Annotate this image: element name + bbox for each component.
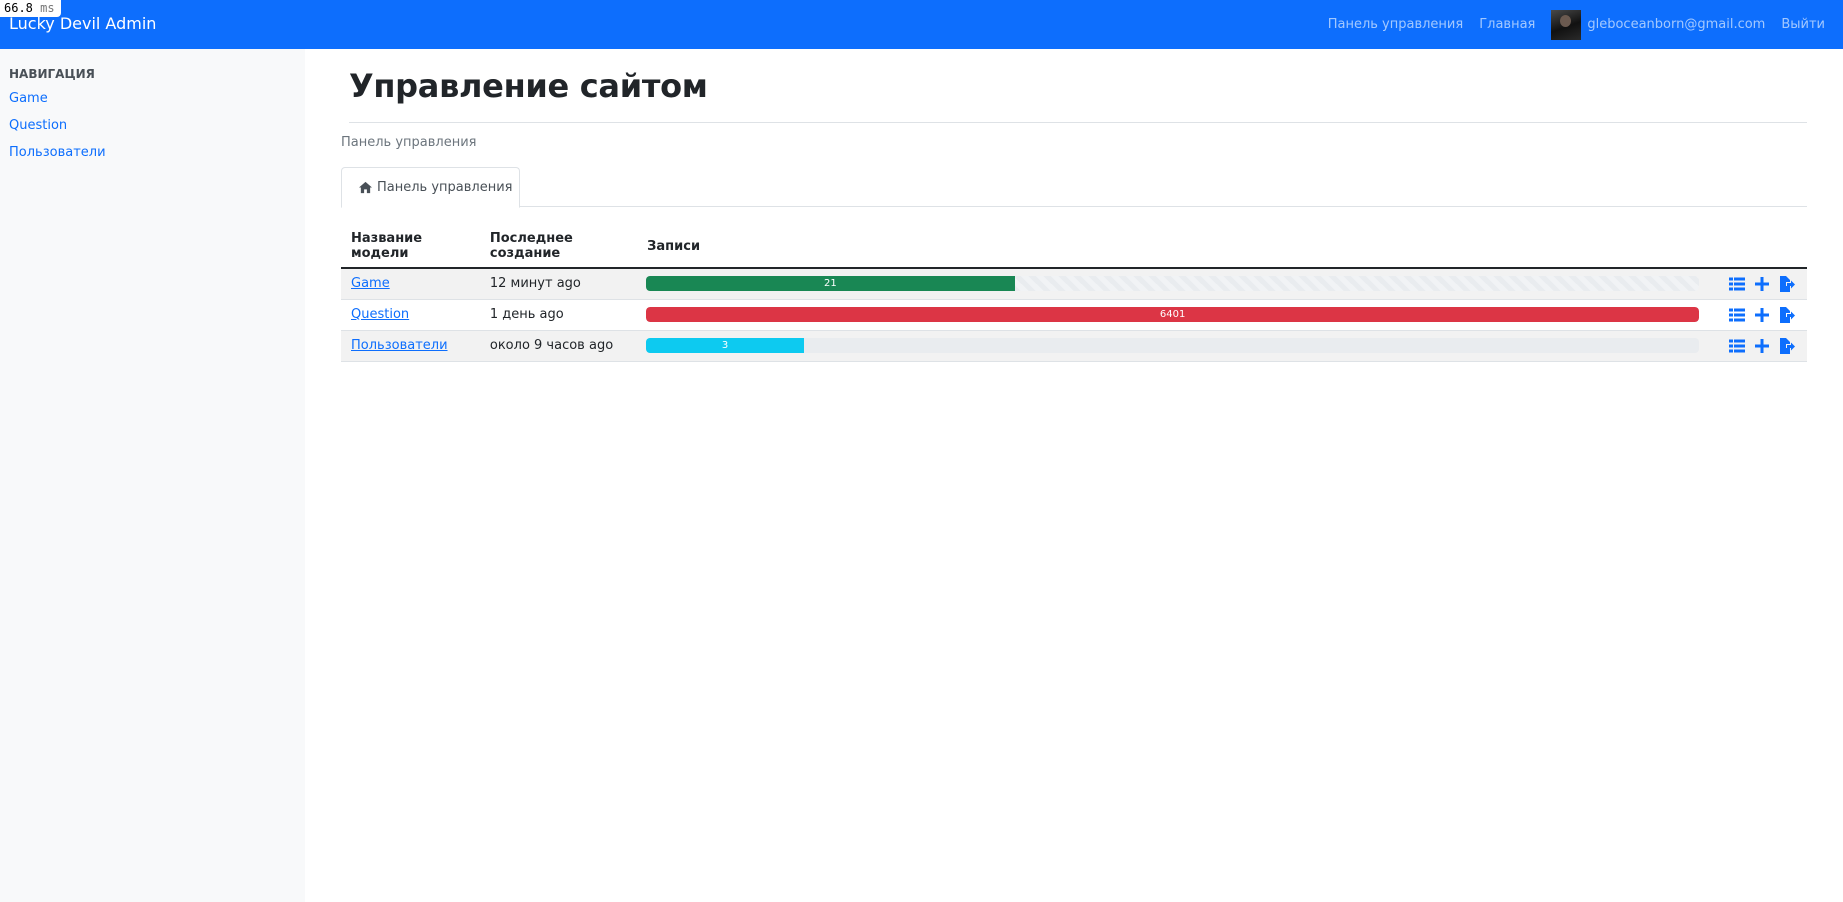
user-email: gleboceanborn@gmail.com <box>1587 17 1766 32</box>
plus-icon[interactable] <box>1754 307 1770 323</box>
list-icon[interactable] <box>1729 276 1745 292</box>
tab-label: Панель управления <box>377 180 513 195</box>
table-header-row: Название модели Последнее создание Запис… <box>341 223 1807 269</box>
cell-records: 3 <box>637 330 1708 362</box>
header-model-name: Название модели <box>341 223 480 269</box>
home-icon <box>359 181 372 194</box>
tab-dashboard[interactable]: Панель управления <box>341 167 520 208</box>
user-menu[interactable]: gleboceanborn@gmail.com <box>1551 9 1766 40</box>
table-row: Question 1 день ago 6401 <box>341 299 1807 331</box>
model-link[interactable]: Пользователи <box>351 338 448 353</box>
cell-actions <box>1707 330 1807 362</box>
timing-unit: ms <box>40 1 55 15</box>
records-progress-bar: 3 <box>646 338 805 353</box>
cell-actions <box>1707 299 1807 331</box>
plus-icon[interactable] <box>1754 338 1770 354</box>
list-icon[interactable] <box>1729 307 1745 323</box>
cell-last-created: 1 день ago <box>479 299 638 331</box>
cell-model-name: Question <box>341 299 480 331</box>
cell-records: 21 <box>637 268 1708 300</box>
models-table: Название модели Последнее создание Запис… <box>341 223 1807 362</box>
top-navbar: Lucky Devil Admin Панель управления Глав… <box>0 0 1843 49</box>
records-progress-bar: 6401 <box>646 307 1700 322</box>
logout-link[interactable]: Выйти <box>1781 17 1825 32</box>
cell-last-created: около 9 часов ago <box>479 330 638 362</box>
model-link[interactable]: Game <box>351 276 390 291</box>
file-export-icon[interactable] <box>1779 275 1795 292</box>
cell-model-name: Game <box>341 268 480 300</box>
nav-link-home[interactable]: Главная <box>1479 17 1535 32</box>
header-records: Записи <box>637 223 1708 269</box>
navbar-right: Панель управления Главная gleboceanborn@… <box>1312 9 1843 40</box>
sidebar-item-game[interactable]: Game <box>9 91 296 106</box>
tab-bar: Панель управления <box>341 167 1807 208</box>
cell-model-name: Пользователи <box>341 330 480 362</box>
cell-last-created: 12 минут ago <box>479 268 638 300</box>
main-content: Управление сайтом Панель управления Пане… <box>341 49 1807 362</box>
header-actions <box>1707 223 1807 269</box>
list-icon[interactable] <box>1729 338 1745 354</box>
sidebar-item-users[interactable]: Пользователи <box>9 145 296 160</box>
records-progress: 6401 <box>646 307 1700 322</box>
plus-icon[interactable] <box>1754 276 1770 292</box>
breadcrumb: Панель управления <box>341 135 477 150</box>
sidebar-heading: НАВИГАЦИЯ <box>9 67 95 81</box>
records-count: 3 <box>721 340 729 351</box>
file-export-icon[interactable] <box>1779 337 1795 354</box>
timing-value: 66.8 <box>4 1 33 15</box>
header-last-created: Последнее создание <box>479 223 638 269</box>
records-progress: 3 <box>646 338 1700 353</box>
file-export-icon[interactable] <box>1779 306 1795 323</box>
table-row: Пользователи около 9 часов ago 3 <box>341 330 1807 362</box>
title-divider <box>349 122 1807 123</box>
cell-actions <box>1707 268 1807 300</box>
avatar <box>1551 9 1582 40</box>
sidebar: НАВИГАЦИЯ Game Question Пользователи <box>0 49 305 902</box>
records-progress: 21 <box>646 276 1700 292</box>
cell-records: 6401 <box>637 299 1708 331</box>
sidebar-item-question[interactable]: Question <box>9 118 296 133</box>
records-progress-bar: 21 <box>646 276 1015 292</box>
records-count: 6401 <box>1159 309 1186 320</box>
page-title: Управление сайтом <box>349 67 708 105</box>
table-row: Game 12 минут ago 21 <box>341 268 1807 300</box>
model-link[interactable]: Question <box>351 307 409 322</box>
timing-badge: 66.8 ms <box>0 0 61 17</box>
records-count: 21 <box>824 278 837 290</box>
nav-link-dashboard[interactable]: Панель управления <box>1328 17 1464 32</box>
